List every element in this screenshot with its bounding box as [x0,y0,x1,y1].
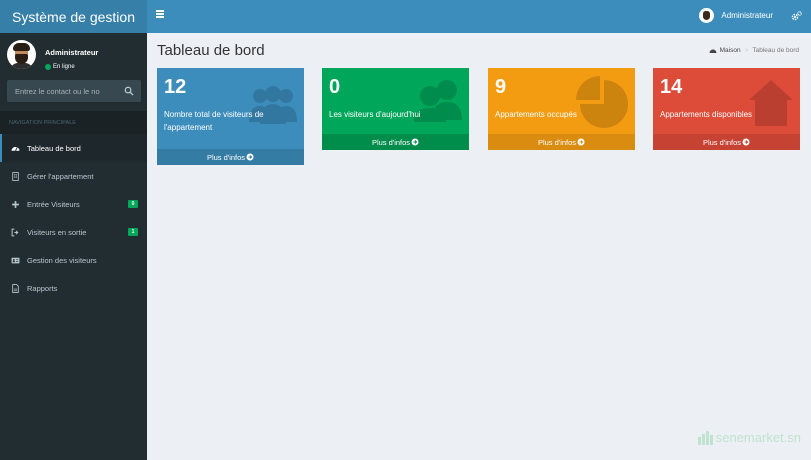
sidebar-item-reports[interactable]: Rapports [0,274,147,302]
dashboard-icon [11,146,20,151]
pie-chart-icon [576,76,628,128]
more-info-link[interactable]: Plus d'infos [322,134,469,150]
avatar [7,40,36,69]
stat-value: 0 [329,76,341,98]
sign-out-icon [11,228,19,236]
sidebar-item-label: Gérer l'appartement [27,171,94,181]
sidebar: Administrateur En ligne NAVIGATION PRINC… [0,33,147,460]
online-dot-icon [45,64,51,70]
arrow-circle-right-icon [411,138,419,146]
sidebar-item-visitor-entry[interactable]: Entrée Visiteurs 0 [0,190,147,218]
sidebar-item-label: Gestion des visiteurs [27,255,97,265]
more-info-link[interactable]: Plus d'infos [653,134,800,150]
count-badge: 1 [128,228,138,236]
top-navbar: Administrateur [147,0,811,33]
sidebar-item-label: Entrée Visiteurs [27,199,80,209]
sidebar-item-visitor-exit[interactable]: Visiteurs en sortie 1 [0,218,147,246]
dashboard-icon [709,49,717,53]
breadcrumb-current: Tableau de bord [752,47,799,54]
sidebar-item-visitor-management[interactable]: Gestion des visiteurs [0,246,147,274]
count-badge: 0 [128,200,138,208]
cogs-icon[interactable] [791,10,803,22]
stat-label: Les visiteurs d'aujourd'hui [329,110,421,119]
plus-icon [12,200,19,208]
sidebar-item-label: Visiteurs en sortie [27,227,87,237]
stat-box-total-visitors: 12 Nombre total de visiteurs de l'appart… [157,68,304,165]
building-icon [12,171,19,181]
breadcrumb: Maison > Tableau de bord [709,47,799,54]
stat-label: Nombre total de visiteurs de l'apparteme… [164,110,264,132]
watermark-logo-icon [697,430,713,445]
nav-header: NAVIGATION PRINCIPALE [0,111,147,134]
sidebar-item-dashboard[interactable]: Tableau de bord [0,134,147,162]
user-name: Administrateur [721,11,773,20]
arrow-circle-right-icon [742,138,750,146]
sidebar-item-apartment[interactable]: Gérer l'appartement [0,162,147,190]
stat-label: Appartements occupés [495,110,577,119]
watermark: senemarket.sn [697,430,801,445]
sidebar-search [7,80,141,102]
stat-box-today-visitors: 0 Les visiteurs d'aujourd'hui Plus d'inf… [322,68,469,150]
watermark-text: senemarket.sn [715,430,801,445]
stat-box-occupied-apartments: 9 Appartements occupés Plus d'infos [488,68,635,150]
stat-label: Appartements disponibles [660,110,753,119]
sidebar-item-label: Rapports [27,283,58,293]
page-title: Tableau de bord [157,42,265,59]
arrow-circle-right-icon [246,153,254,161]
avatar [699,8,715,23]
more-info-label: Plus d'infos [537,137,577,147]
stat-value: 9 [495,76,507,98]
online-status: En ligne [45,64,75,70]
sidebar-item-label: Tableau de bord [27,143,81,153]
status-label: En ligne [53,64,75,70]
more-info-link[interactable]: Plus d'infos [488,134,635,150]
stat-value: 14 [660,76,683,98]
breadcrumb-separator: > [744,47,749,54]
app-logo[interactable]: Système de gestion [0,0,147,33]
more-info-label: Plus d'infos [702,137,742,147]
arrow-circle-right-icon [577,138,585,146]
id-card-icon [11,257,20,263]
user-panel-name: Administrateur [45,48,99,57]
stat-value: 12 [164,76,187,98]
app-title: Système de gestion [12,8,135,25]
breadcrumb-home[interactable]: Maison [720,47,741,54]
file-icon [12,283,19,293]
user-menu[interactable]: Administrateur [699,8,773,23]
more-info-link[interactable]: Plus d'infos [157,149,304,165]
stat-box-available-apartments: 14 Appartements disponibles Plus d'infos [653,68,800,150]
search-input[interactable] [7,80,117,102]
sidebar-toggle-icon[interactable] [156,10,164,18]
user-panel: Administrateur En ligne [7,40,142,70]
more-info-label: Plus d'infos [371,137,411,147]
search-icon[interactable] [124,86,134,96]
more-info-label: Plus d'infos [206,152,246,162]
